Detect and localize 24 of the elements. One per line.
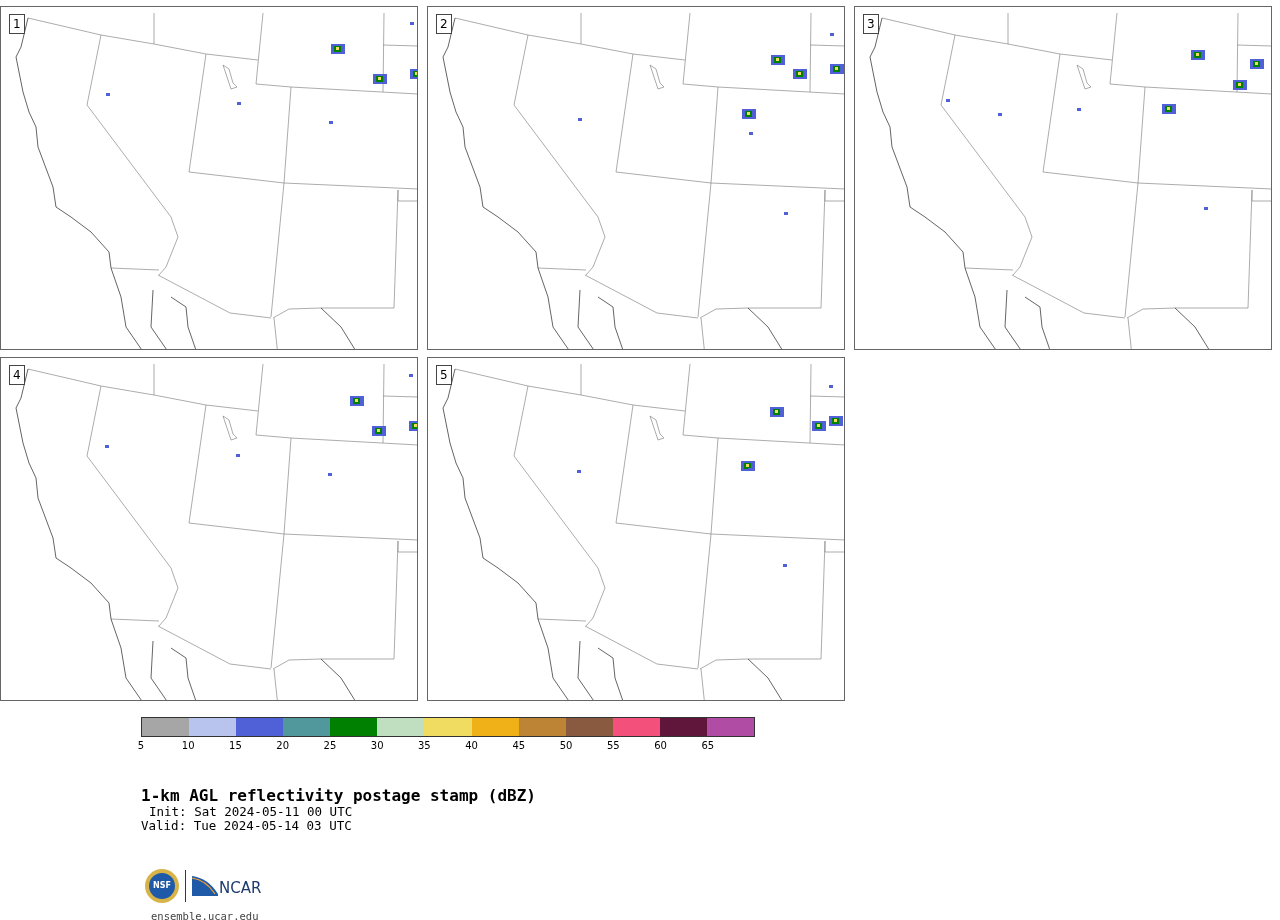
tick-label: 15 [229,740,242,752]
tick-label: 10 [181,740,195,752]
tick-label: 25 [323,740,337,752]
tick-label: 20 [276,740,290,752]
tick-label: 5 [137,740,145,752]
panel-number: 2 [436,14,452,34]
tick-label: 65 [701,740,715,752]
tick-label: 60 [654,740,667,752]
panel-number: 3 [863,14,879,34]
tick-label: 40 [465,740,478,752]
chart-title: 1-km AGL reflectivity postage stamp (dBZ) [141,787,536,805]
valid-time: Valid: Tue 2024-05-14 03 UTC [141,819,352,833]
tick-label: 45 [512,740,526,752]
tick-label: 35 [418,740,431,752]
init-time: Init: Sat 2024-05-11 00 UTC [148,805,353,819]
panel-number: 1 [9,14,25,34]
panel-number: 4 [9,365,25,385]
footer-url: ensemble.ucar.edu [151,909,259,920]
tick-label: 50 [559,740,573,752]
ncar-logo: NCAR [192,876,262,896]
panel-number: 5 [436,365,452,385]
tick-label: 55 [606,740,620,752]
nsf-logo: NSF [145,869,179,903]
tick-label: 30 [370,740,384,752]
